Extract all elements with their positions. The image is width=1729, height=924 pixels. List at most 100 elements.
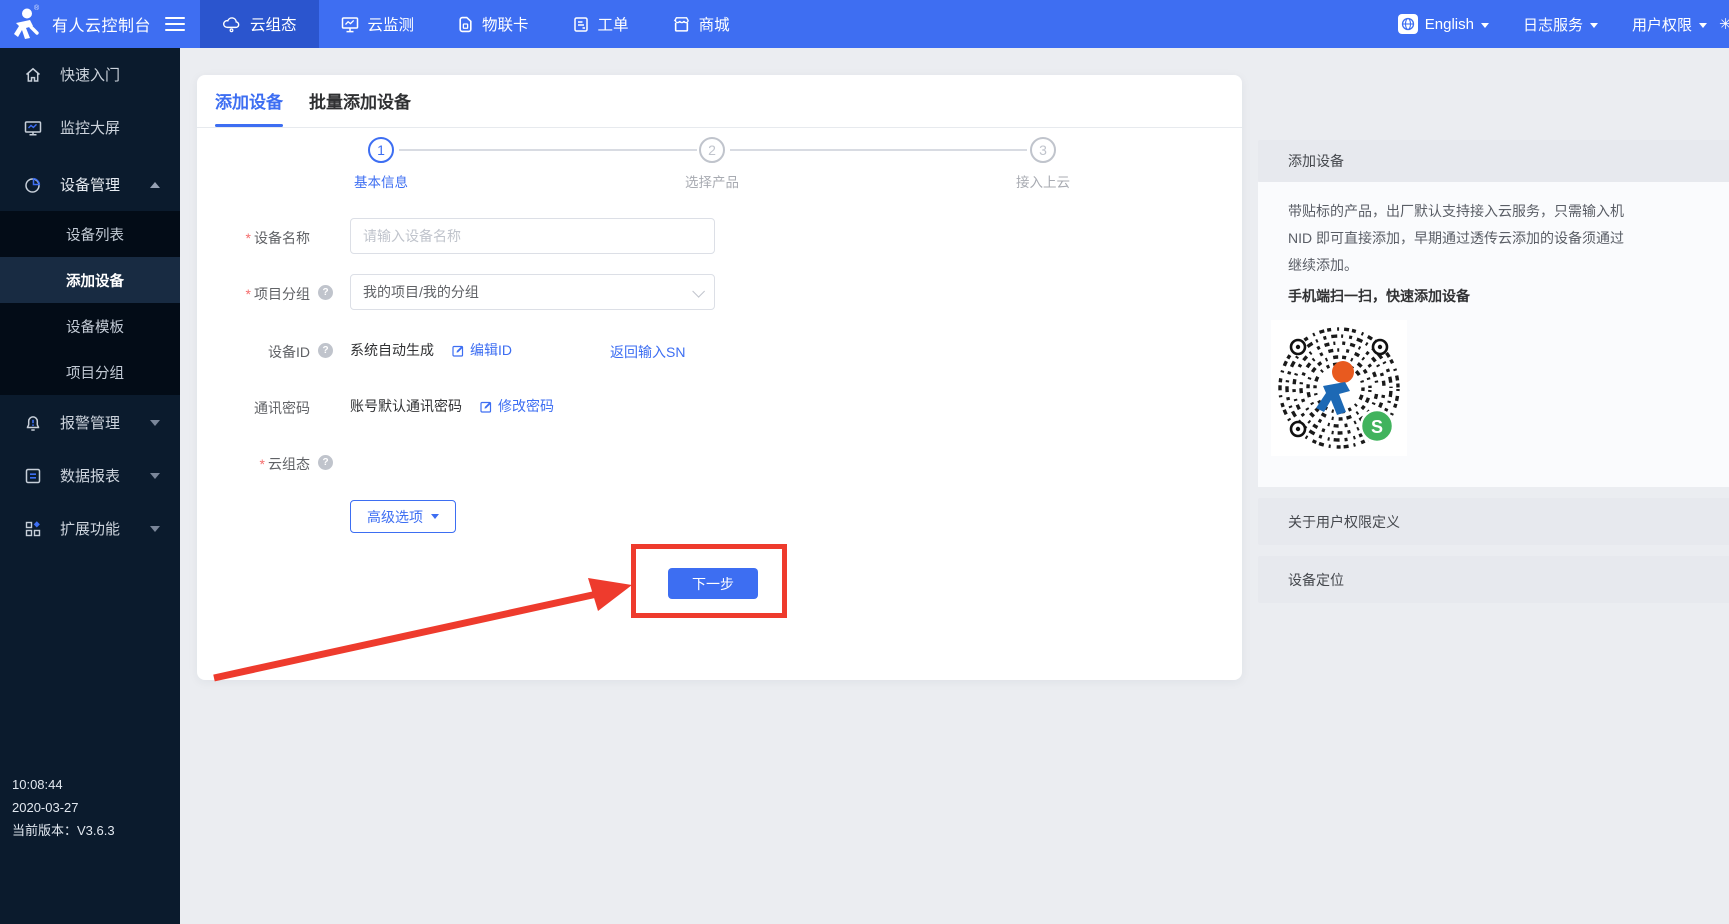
sidebar-item-alarm-manage[interactable]: 报警管理	[0, 396, 180, 449]
step-connector	[730, 149, 1027, 151]
hamburger-menu-icon[interactable]	[165, 13, 185, 34]
tab-add-device[interactable]: 添加设备	[215, 88, 283, 113]
report-icon	[24, 467, 42, 485]
chevron-down-icon	[150, 526, 160, 532]
change-password-link[interactable]: 修改密码	[480, 396, 554, 416]
sidebar-label: 监控大屏	[60, 117, 120, 138]
sidebar-subitem-project-group[interactable]: 项目分组	[0, 349, 180, 395]
topnav-item-mall[interactable]: 商城	[651, 0, 752, 48]
sidebar-item-quick-start[interactable]: 快速入门	[0, 48, 180, 101]
form-row-device-name: *设备名称	[197, 218, 1242, 254]
sidebar-item-data-report[interactable]: 数据报表	[0, 449, 180, 502]
next-step-button[interactable]: 下一步	[668, 568, 758, 599]
help-text-line: 带贴标的产品，出厂默认支持接入云服务，只需输入机	[1288, 198, 1729, 225]
step-connector	[399, 149, 697, 151]
device-id-field: 系统自动生成 编辑ID	[350, 340, 512, 360]
store-icon	[673, 16, 690, 33]
help-icon[interactable]: ?	[318, 343, 333, 358]
sidebar-label: 扩展功能	[60, 518, 120, 539]
sidebar-label: 设备管理	[60, 174, 120, 195]
brand-area: ® 有人云控制台	[0, 0, 185, 48]
clipped-edge-icon[interactable]: ✳	[1719, 15, 1729, 33]
topnav-label: 云监测	[368, 13, 415, 35]
sidebar-subitem-device-list[interactable]: 设备列表	[0, 211, 180, 257]
topnav-item-cloud-monitor[interactable]: 云监测	[319, 0, 437, 48]
project-group-label: *项目分组	[197, 284, 310, 304]
sidebar-sublabel: 项目分组	[66, 362, 124, 383]
project-group-select[interactable]: 我的项目/我的分组	[350, 274, 715, 310]
topnav-label: 工单	[598, 13, 629, 35]
form-row-project-group: *项目分组 ? 我的项目/我的分组	[197, 274, 1242, 310]
help-text-line: 继续添加。	[1288, 252, 1729, 279]
sidebar-subitem-device-template[interactable]: 设备模板	[0, 303, 180, 349]
user-rights-menu[interactable]: 用户权限	[1632, 14, 1707, 35]
step-label-connect-cloud: 接入上云	[983, 171, 1103, 191]
device-manage-icon	[24, 176, 42, 194]
help-card-add-device: 添加设备 带贴标的产品，出厂默认支持接入云服务，只需输入机 NID 即可直接添加…	[1258, 140, 1729, 487]
required-asterisk: *	[246, 286, 251, 302]
edit-id-link[interactable]: 编辑ID	[452, 340, 512, 360]
sidebar-sublabel: 设备列表	[66, 224, 124, 245]
registered-mark: ®	[34, 5, 39, 12]
topnav-item-iot-card[interactable]: 物联卡	[436, 0, 551, 48]
work-order-icon	[573, 16, 589, 33]
sidebar-item-big-screen[interactable]: 监控大屏	[0, 101, 180, 154]
project-group-select-wrap: 我的项目/我的分组	[350, 274, 715, 310]
sidebar-item-device-manage[interactable]: 设备管理	[0, 158, 180, 211]
topnav-label: 物联卡	[482, 13, 529, 35]
sidebar-item-extensions[interactable]: 扩展功能	[0, 502, 180, 555]
sidebar-sublabel: 设备模板	[66, 316, 124, 337]
help-card-body: 带贴标的产品，出厂默认支持接入云服务，只需输入机 NID 即可直接添加，早期通过…	[1258, 182, 1729, 487]
globe-icon	[1398, 14, 1418, 34]
step-label-select-product: 选择产品	[652, 171, 772, 191]
topnav-item-work-order[interactable]: 工单	[551, 0, 651, 48]
topnav-label: 商城	[699, 13, 730, 35]
device-name-input[interactable]	[350, 218, 715, 254]
log-service-menu[interactable]: 日志服务	[1523, 14, 1598, 35]
help-icon[interactable]: ?	[318, 455, 333, 470]
usr-person-logo-icon	[10, 7, 40, 41]
chevron-down-icon	[150, 473, 160, 479]
chevron-down-icon	[150, 420, 160, 426]
help-icon[interactable]: ?	[318, 285, 333, 300]
chevron-down-icon	[1590, 23, 1598, 28]
advanced-field: 高级选项	[350, 500, 456, 533]
back-to-sn-link[interactable]: 返回输入SN	[610, 342, 685, 362]
sidebar-sublabel: 添加设备	[66, 270, 124, 291]
comm-password-label: 通讯密码	[197, 398, 310, 418]
help-card-device-location[interactable]: 设备定位	[1258, 556, 1729, 603]
cloud-icon	[222, 16, 241, 33]
required-asterisk: *	[260, 456, 265, 472]
chevron-down-icon	[692, 285, 705, 298]
help-card-user-rights[interactable]: 关于用户权限定义	[1258, 498, 1729, 545]
active-tab-underline	[215, 124, 283, 127]
monitor-icon	[341, 16, 359, 33]
language-switcher[interactable]: English	[1398, 14, 1489, 34]
clock-time: 10:08:44	[12, 773, 115, 796]
sidebar-group-device-manage: 设备管理 设备列表 添加设备 设备模板 项目分组	[0, 158, 180, 395]
device-id-label: 设备ID	[197, 342, 310, 362]
tab-batch-add-device[interactable]: 批量添加设备	[309, 88, 411, 113]
device-name-field-wrap	[350, 218, 715, 254]
topnav-item-cloud-scada[interactable]: 云组态	[200, 0, 319, 48]
step-circle-1: 1	[368, 137, 394, 163]
help-card-title[interactable]: 添加设备	[1258, 140, 1729, 182]
step-circle-2: 2	[699, 137, 725, 163]
topnav-label: 云组态	[250, 13, 297, 35]
help-text-line: NID 即可直接添加，早期通过透传云添加的设备须通过	[1288, 225, 1729, 252]
sidebar-subitem-add-device[interactable]: 添加设备	[0, 257, 180, 303]
home-icon	[24, 66, 42, 84]
clock-date: 2020-03-27	[12, 796, 115, 819]
sidebar-footer: 10:08:44 2020-03-27 当前版本：V3.6.3	[12, 773, 115, 842]
form-row-advanced: 高级选项	[197, 500, 1242, 533]
chevron-down-icon	[431, 514, 439, 519]
qr-wechat-badge: S	[1361, 410, 1393, 442]
scan-tip: 手机端扫一扫，快速添加设备	[1288, 286, 1729, 306]
sidebar-label: 报警管理	[60, 412, 120, 433]
sidebar: 快速入门 监控大屏 设备管理 设备列表 添加设备 设备模板	[0, 48, 180, 924]
version-label: 当前版本：V3.6.3	[12, 819, 115, 842]
advanced-options-button[interactable]: 高级选项	[350, 500, 456, 533]
comm-password-value: 账号默认通讯密码	[350, 396, 462, 416]
sidebar-label: 快速入门	[60, 64, 120, 85]
sim-card-icon	[458, 16, 473, 33]
